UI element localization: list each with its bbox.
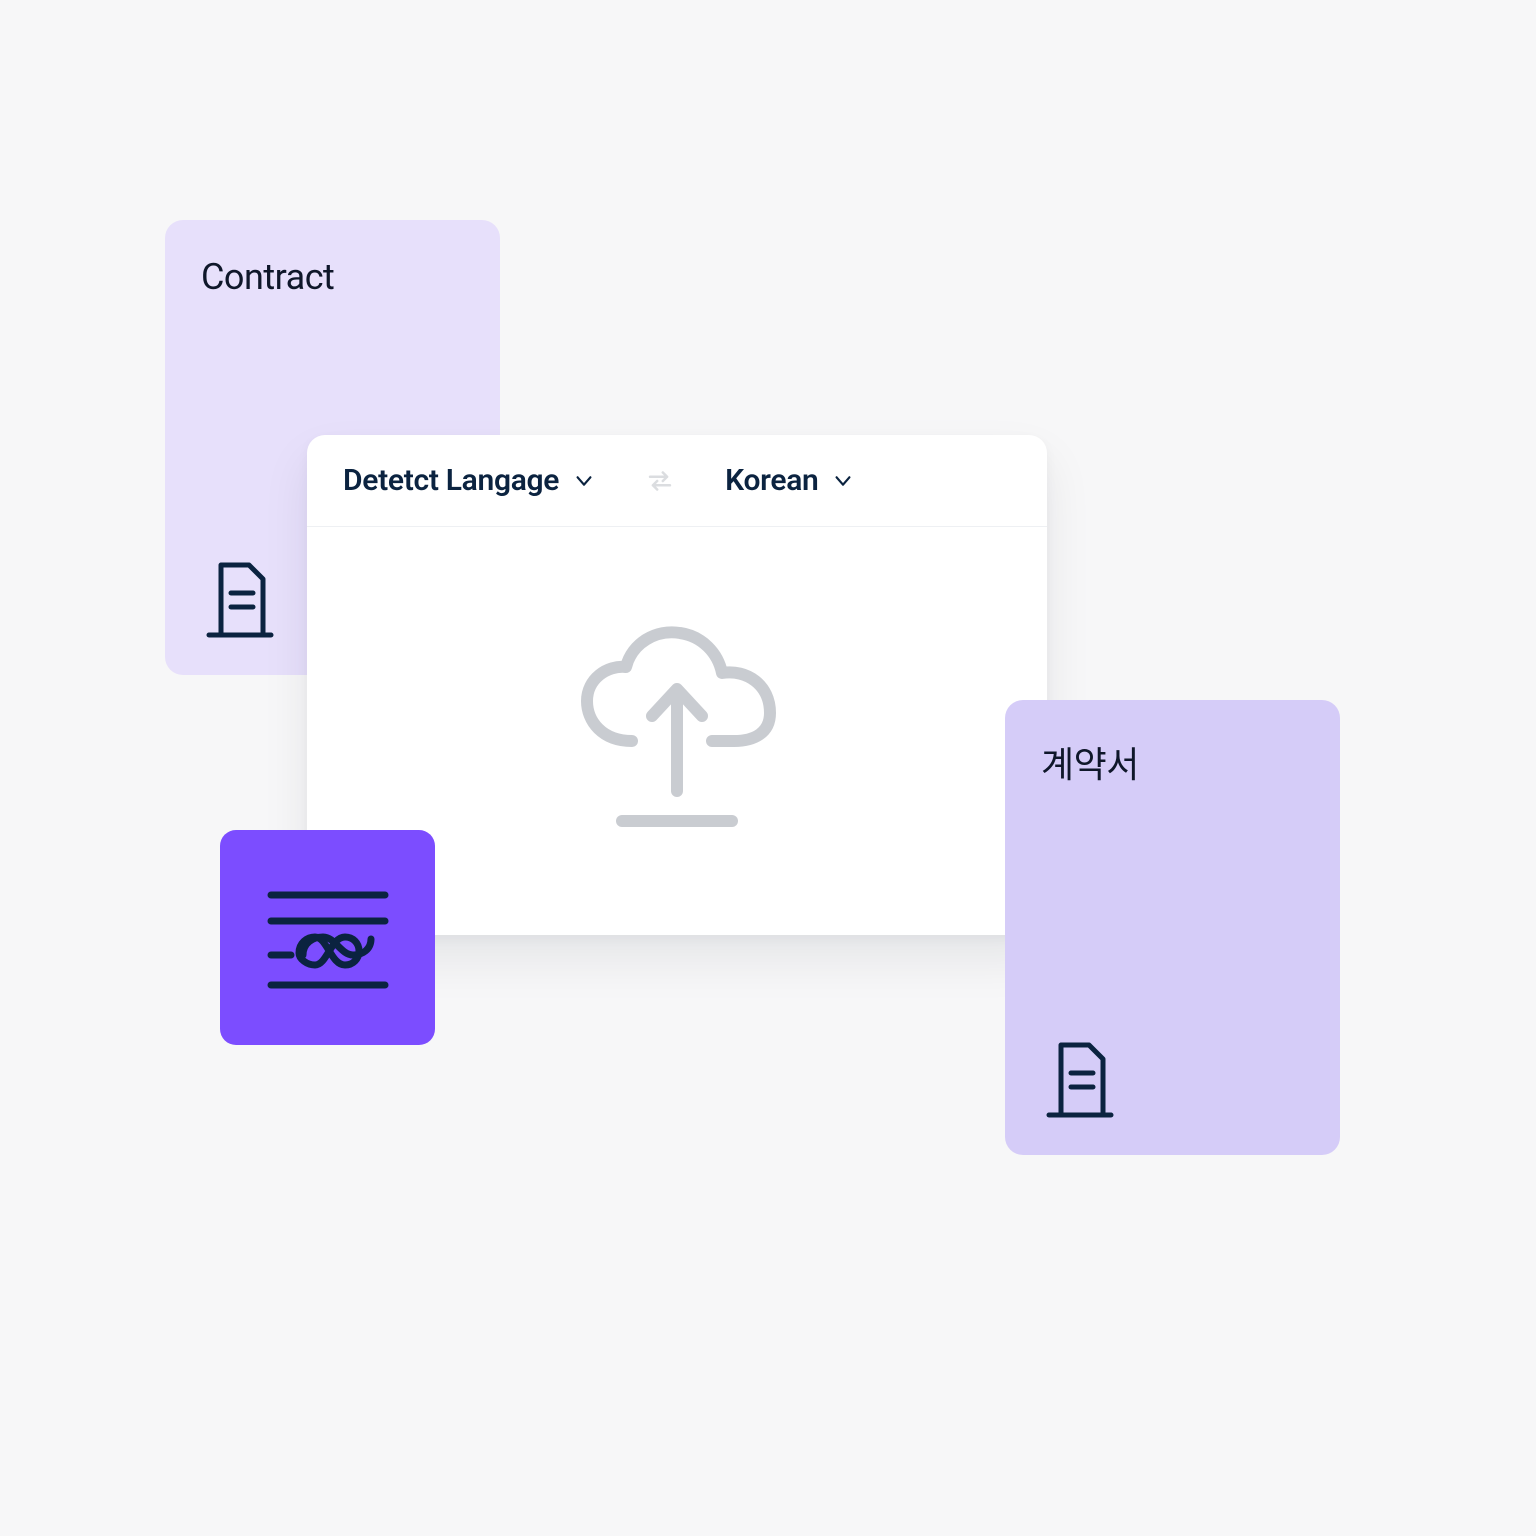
chevron-down-icon <box>832 470 854 492</box>
target-document-card: 계약서 <box>1005 700 1340 1155</box>
chevron-down-icon <box>573 470 595 492</box>
cloud-upload-icon <box>552 621 802 841</box>
target-document-title: 계약서 <box>1041 736 1304 788</box>
text-infinity-icon <box>253 863 403 1013</box>
source-language-select[interactable]: Detetct Langage <box>343 463 595 498</box>
target-language-label: Korean <box>725 463 818 498</box>
source-language-label: Detetct Langage <box>343 463 559 498</box>
swap-arrows-icon[interactable] <box>643 464 677 498</box>
translator-header: Detetct Langage Korean <box>307 435 1047 527</box>
target-language-select[interactable]: Korean <box>725 463 854 498</box>
text-wrap-tile <box>220 830 435 1045</box>
file-document-icon <box>1041 1027 1304 1127</box>
source-document-title: Contract <box>201 256 464 298</box>
